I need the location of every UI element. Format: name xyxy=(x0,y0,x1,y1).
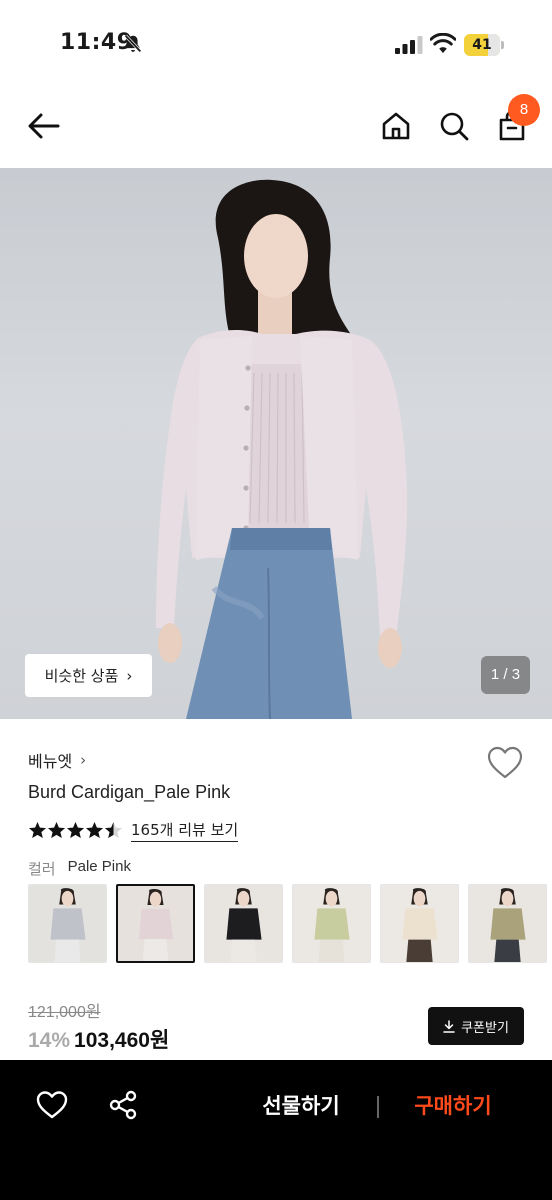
star-full-icon xyxy=(48,821,65,838)
wishlist-heart-icon[interactable] xyxy=(486,744,524,782)
thumbnail-image xyxy=(118,886,193,961)
thumbnail-image xyxy=(469,885,546,962)
home-button[interactable] xyxy=(376,106,416,146)
bottom-action-bar: 선물하기 구매하기 xyxy=(0,1060,552,1200)
chevron-right-icon: › xyxy=(126,666,133,685)
star-full-icon xyxy=(67,821,84,838)
rating-stars xyxy=(28,821,123,840)
home-icon xyxy=(382,112,410,140)
chevron-right-icon: › xyxy=(80,751,87,769)
battery-icon: 41 xyxy=(464,34,504,56)
divider xyxy=(377,1096,379,1118)
star-full-icon xyxy=(86,821,103,838)
discount-rate: 14% xyxy=(28,1029,71,1052)
product-image-carousel[interactable]: 비슷한 상품 › 1 / 3 xyxy=(0,168,552,719)
gift-button[interactable]: 선물하기 xyxy=(240,1088,362,1124)
color-label: 컬러 xyxy=(28,860,56,878)
thumbnail-image xyxy=(29,885,106,962)
thumbnail-image xyxy=(205,885,282,962)
coupon-label: 쿠폰받기 xyxy=(461,1020,509,1036)
back-arrow-icon xyxy=(28,113,60,139)
color-thumbnail-pale-pink[interactable] xyxy=(116,884,195,963)
share-icon[interactable] xyxy=(108,1090,138,1120)
search-icon xyxy=(440,112,469,141)
color-row: 컬러 Pale Pink xyxy=(28,858,131,879)
signal-icon xyxy=(395,36,423,54)
thumbnail-image xyxy=(293,885,370,962)
bell-slash-icon xyxy=(124,34,142,53)
wifi-icon xyxy=(430,33,456,53)
price-row: 14% 103,460원 xyxy=(28,1024,169,1054)
color-thumbnail-cream[interactable] xyxy=(380,884,459,963)
cart-count-badge: 8 xyxy=(508,94,540,126)
top-nav: 8 xyxy=(0,90,552,168)
download-icon xyxy=(443,1019,455,1033)
search-button[interactable] xyxy=(434,106,474,146)
color-thumbnail-light-olive[interactable] xyxy=(292,884,371,963)
color-thumbnails xyxy=(28,884,552,964)
brand-name: 베뉴엣 xyxy=(28,752,73,771)
rating-row: 165개 리뷰 보기 xyxy=(28,818,239,842)
similar-products-button[interactable]: 비슷한 상품 › xyxy=(25,654,152,697)
review-link[interactable]: 165개 리뷰 보기 xyxy=(131,819,239,842)
star-half-icon xyxy=(105,821,122,838)
coupon-button[interactable]: 쿠폰받기 xyxy=(428,1007,524,1045)
color-thumbnail-khaki[interactable] xyxy=(468,884,547,963)
similar-products-label: 비슷한 상품 xyxy=(44,667,119,685)
star-full-icon xyxy=(29,821,46,838)
original-price: 121,000원 xyxy=(28,1004,101,1021)
status-bar: 11:49 41 xyxy=(0,0,552,90)
battery-level: 41 xyxy=(472,37,492,53)
heart-icon[interactable] xyxy=(36,1090,68,1120)
back-button[interactable] xyxy=(24,106,64,146)
product-photo xyxy=(156,179,408,719)
color-value: Pale Pink xyxy=(67,858,131,875)
color-thumbnail-black[interactable] xyxy=(204,884,283,963)
buy-button[interactable]: 구매하기 xyxy=(392,1088,514,1124)
thumbnail-image xyxy=(381,885,458,962)
brand-link[interactable]: 베뉴엣 › xyxy=(28,748,86,772)
sale-price: 103,460원 xyxy=(74,1029,170,1052)
image-page-indicator: 1 / 3 xyxy=(481,656,530,694)
color-thumbnail-light-gray[interactable] xyxy=(28,884,107,963)
product-name: Burd Cardigan_Pale Pink xyxy=(28,782,231,802)
